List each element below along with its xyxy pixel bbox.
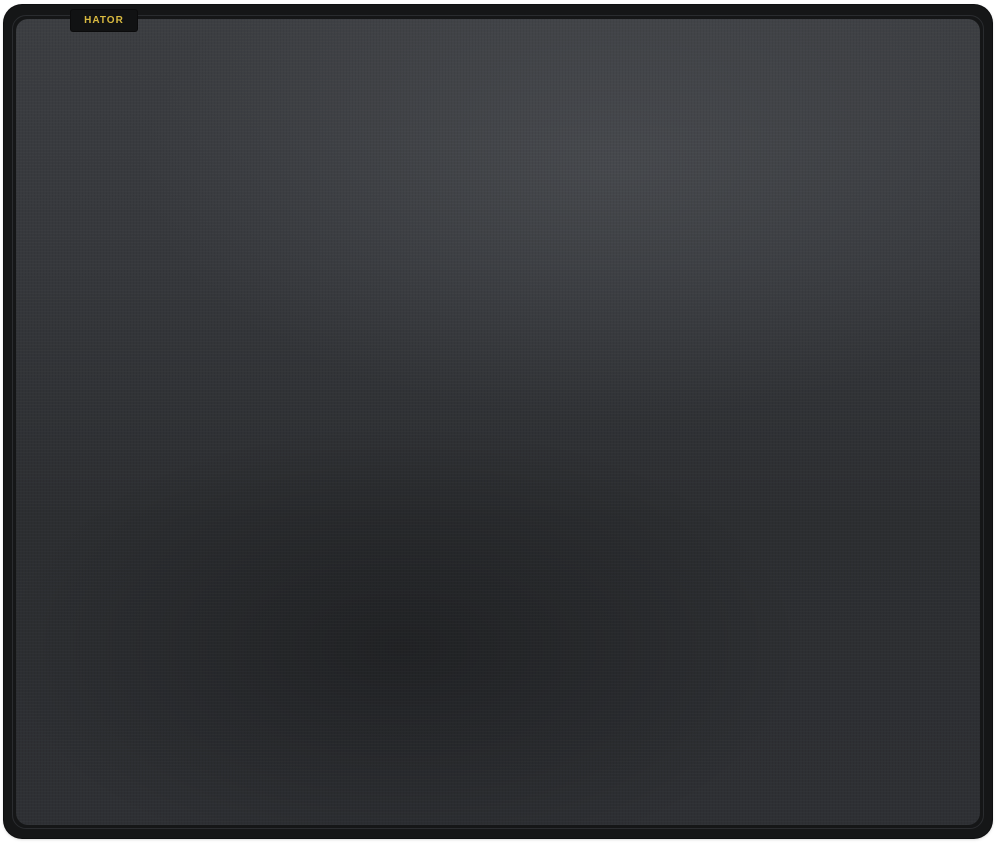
mousepad: HATOR (4, 5, 992, 838)
fabric-texture (16, 19, 980, 825)
brand-tag: HATOR (71, 10, 137, 31)
mousepad-surface (16, 19, 980, 825)
product-image: HATOR (0, 0, 1000, 844)
brand-label: HATOR (84, 14, 124, 26)
